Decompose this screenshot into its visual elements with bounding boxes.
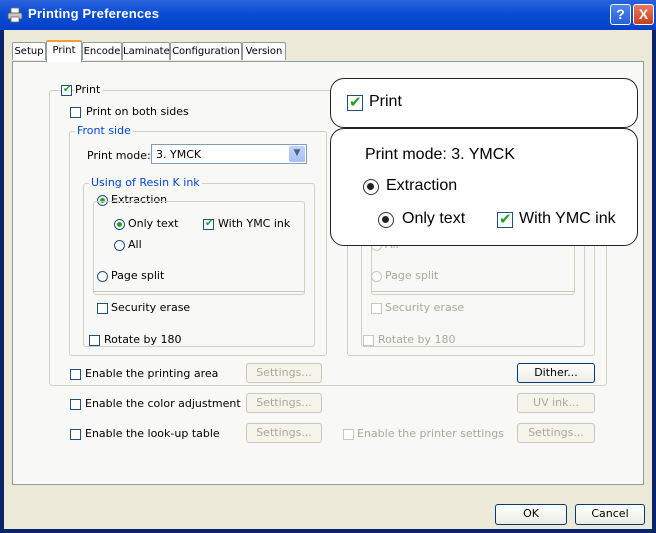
tab-print[interactable]: Print [46,40,82,62]
callout-print: ✔ Print [330,78,638,128]
tab-setup[interactable]: Setup [12,42,46,60]
back-separator [371,291,575,292]
back-security-erase-checkbox[interactable] [371,303,382,314]
back-page-split-radio[interactable] [371,271,382,282]
callout-detail: Print mode: 3. YMCK Extraction Only text… [330,128,638,246]
help-button[interactable]: ? [610,4,631,25]
printer-settings-label: Enable the printer settings [357,427,505,440]
color-adjustment-checkbox[interactable] [70,399,81,410]
print-mode-label: Print mode: [87,149,151,162]
resin-group-title: Using of Resin K ink [89,176,202,189]
back-security-erase-label: Security erase [385,301,465,314]
uv-ink-button[interactable]: UV ink... [517,393,595,413]
with-ymc-checkbox[interactable]: ✔ [203,218,214,230]
rotate-checkbox[interactable] [89,335,100,346]
lookup-table-checkbox[interactable] [70,429,81,440]
color-adjustment-label: Enable the color adjustment [85,397,241,410]
printing-area-settings-button[interactable]: Settings... [246,363,322,383]
print-label: Print [75,83,104,96]
all-label: All [128,238,142,251]
color-adjustment-settings-button[interactable]: Settings... [246,393,322,413]
separator [93,291,305,292]
back-page-split-label: Page split [385,269,439,282]
print-mode-select[interactable]: 3. YMCK ▼ [151,144,307,164]
only-text-label: Only text [128,217,179,230]
callout-print-label: Print [369,93,402,110]
security-erase-checkbox[interactable] [97,303,108,314]
window-title: Printing Preferences [28,6,160,21]
callout-only-text-label: Only text [402,210,466,227]
page-split-label: Page split [111,269,165,282]
print-mode-value: 3. YMCK [156,148,202,161]
tab-laminate[interactable]: Laminate [122,42,170,60]
ok-button[interactable]: OK [495,504,567,525]
printing-area-label: Enable the printing area [85,367,219,380]
front-side-title: Front side [75,124,133,137]
rotate-label: Rotate by 180 [104,333,182,346]
printing-area-checkbox[interactable] [70,369,81,380]
security-erase-label: Security erase [111,301,191,314]
title-bar[interactable]: Printing Preferences ? X [0,0,656,30]
tab-encode[interactable]: Encode [82,42,122,60]
callout-extraction-label: Extraction [386,177,458,194]
back-rotate-checkbox[interactable] [363,335,374,346]
callout-with-ymc-checkbox: ✔ [497,210,513,228]
cancel-button[interactable]: Cancel [575,504,645,525]
both-sides-label: Print on both sides [86,105,189,118]
close-button[interactable]: X [633,4,654,25]
with-ymc-label: With YMC ink [218,217,291,230]
both-sides-checkbox[interactable] [70,107,81,118]
tab-version[interactable]: Version [242,42,286,60]
callout-only-text-radio [378,212,394,228]
callout-with-ymc-label: With YMC ink [519,210,616,227]
printer-settings-checkbox[interactable] [343,429,354,440]
callout-print-checkbox: ✔ [347,93,363,111]
lookup-table-label: Enable the look-up table [85,427,220,440]
only-text-radio[interactable] [114,219,125,230]
tab-configuration[interactable]: Configuration [170,42,242,60]
dither-button[interactable]: Dither... [517,363,595,383]
print-checkbox[interactable]: ✔ [61,84,72,96]
all-radio[interactable] [114,240,125,251]
printer-icon [7,7,23,23]
back-rotate-label: Rotate by 180 [378,333,456,346]
printer-settings-button[interactable]: Settings... [517,423,595,443]
callout-print-mode: Print mode: 3. YMCK [365,146,515,163]
callout-extraction-radio [363,179,379,195]
page-split-radio[interactable] [97,271,108,282]
lookup-table-settings-button[interactable]: Settings... [246,423,322,443]
chevron-down-icon: ▼ [289,146,305,162]
